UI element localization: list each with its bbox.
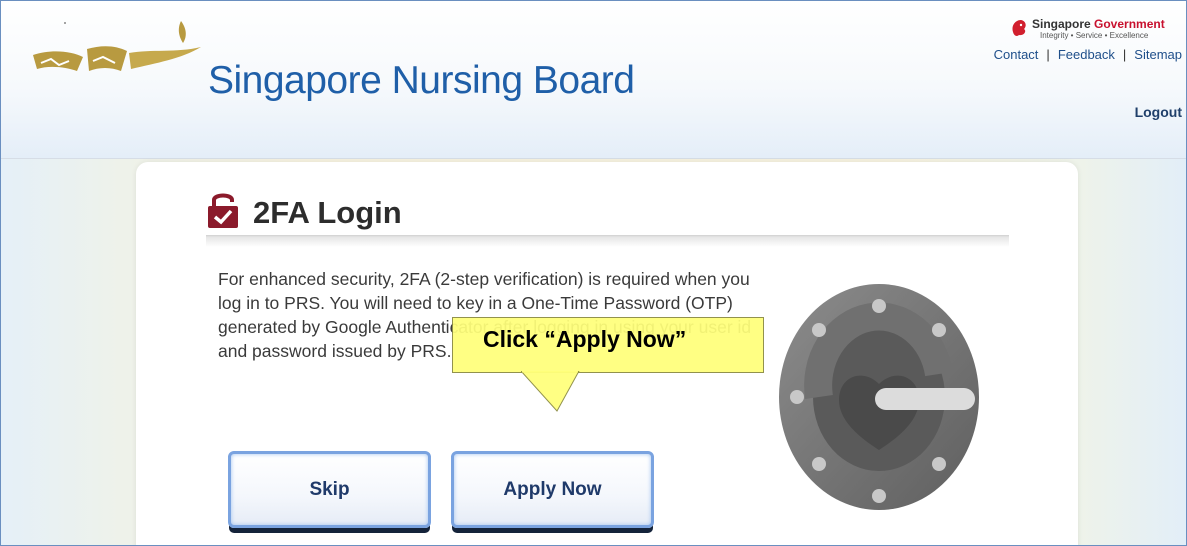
page-title: 2FA Login [253, 195, 402, 230]
skip-button-label: Skip [309, 478, 350, 500]
gov-name-part1: Singapore [1032, 17, 1095, 31]
callout-pointer [521, 371, 580, 412]
logout-link[interactable]: Logout [1135, 104, 1182, 120]
gov-name-part2: Government [1094, 17, 1165, 31]
singapore-government-logo[interactable]: Singapore Government Integrity • Service… [982, 15, 1182, 45]
top-links: Contact | Feedback | Sitemap [994, 47, 1182, 62]
contact-link[interactable]: Contact [994, 47, 1039, 62]
callout-text: Click “Apply Now” [483, 326, 687, 352]
lock-check-icon [208, 193, 238, 228]
sitemap-link[interactable]: Sitemap [1134, 47, 1182, 62]
lion-head-icon [1012, 20, 1026, 36]
link-separator: | [1122, 47, 1127, 62]
google-authenticator-icon [779, 284, 979, 510]
site-header: Singapore Nursing Board Singapore Govern… [1, 1, 1186, 159]
link-separator: | [1046, 47, 1050, 62]
apply-now-button[interactable]: Apply Now [451, 451, 654, 528]
title-divider [206, 235, 1009, 247]
site-title: Singapore Nursing Board [208, 59, 635, 102]
gov-name: Singapore Government [1032, 17, 1165, 31]
page-frame: Singapore Nursing Board Singapore Govern… [0, 0, 1187, 546]
apply-now-button-label: Apply Now [503, 478, 602, 500]
feedback-link[interactable]: Feedback [1058, 47, 1115, 62]
skip-button[interactable]: Skip [228, 451, 431, 528]
snb-logo [33, 21, 201, 71]
gov-tagline: Integrity • Service • Excellence [1040, 31, 1149, 40]
